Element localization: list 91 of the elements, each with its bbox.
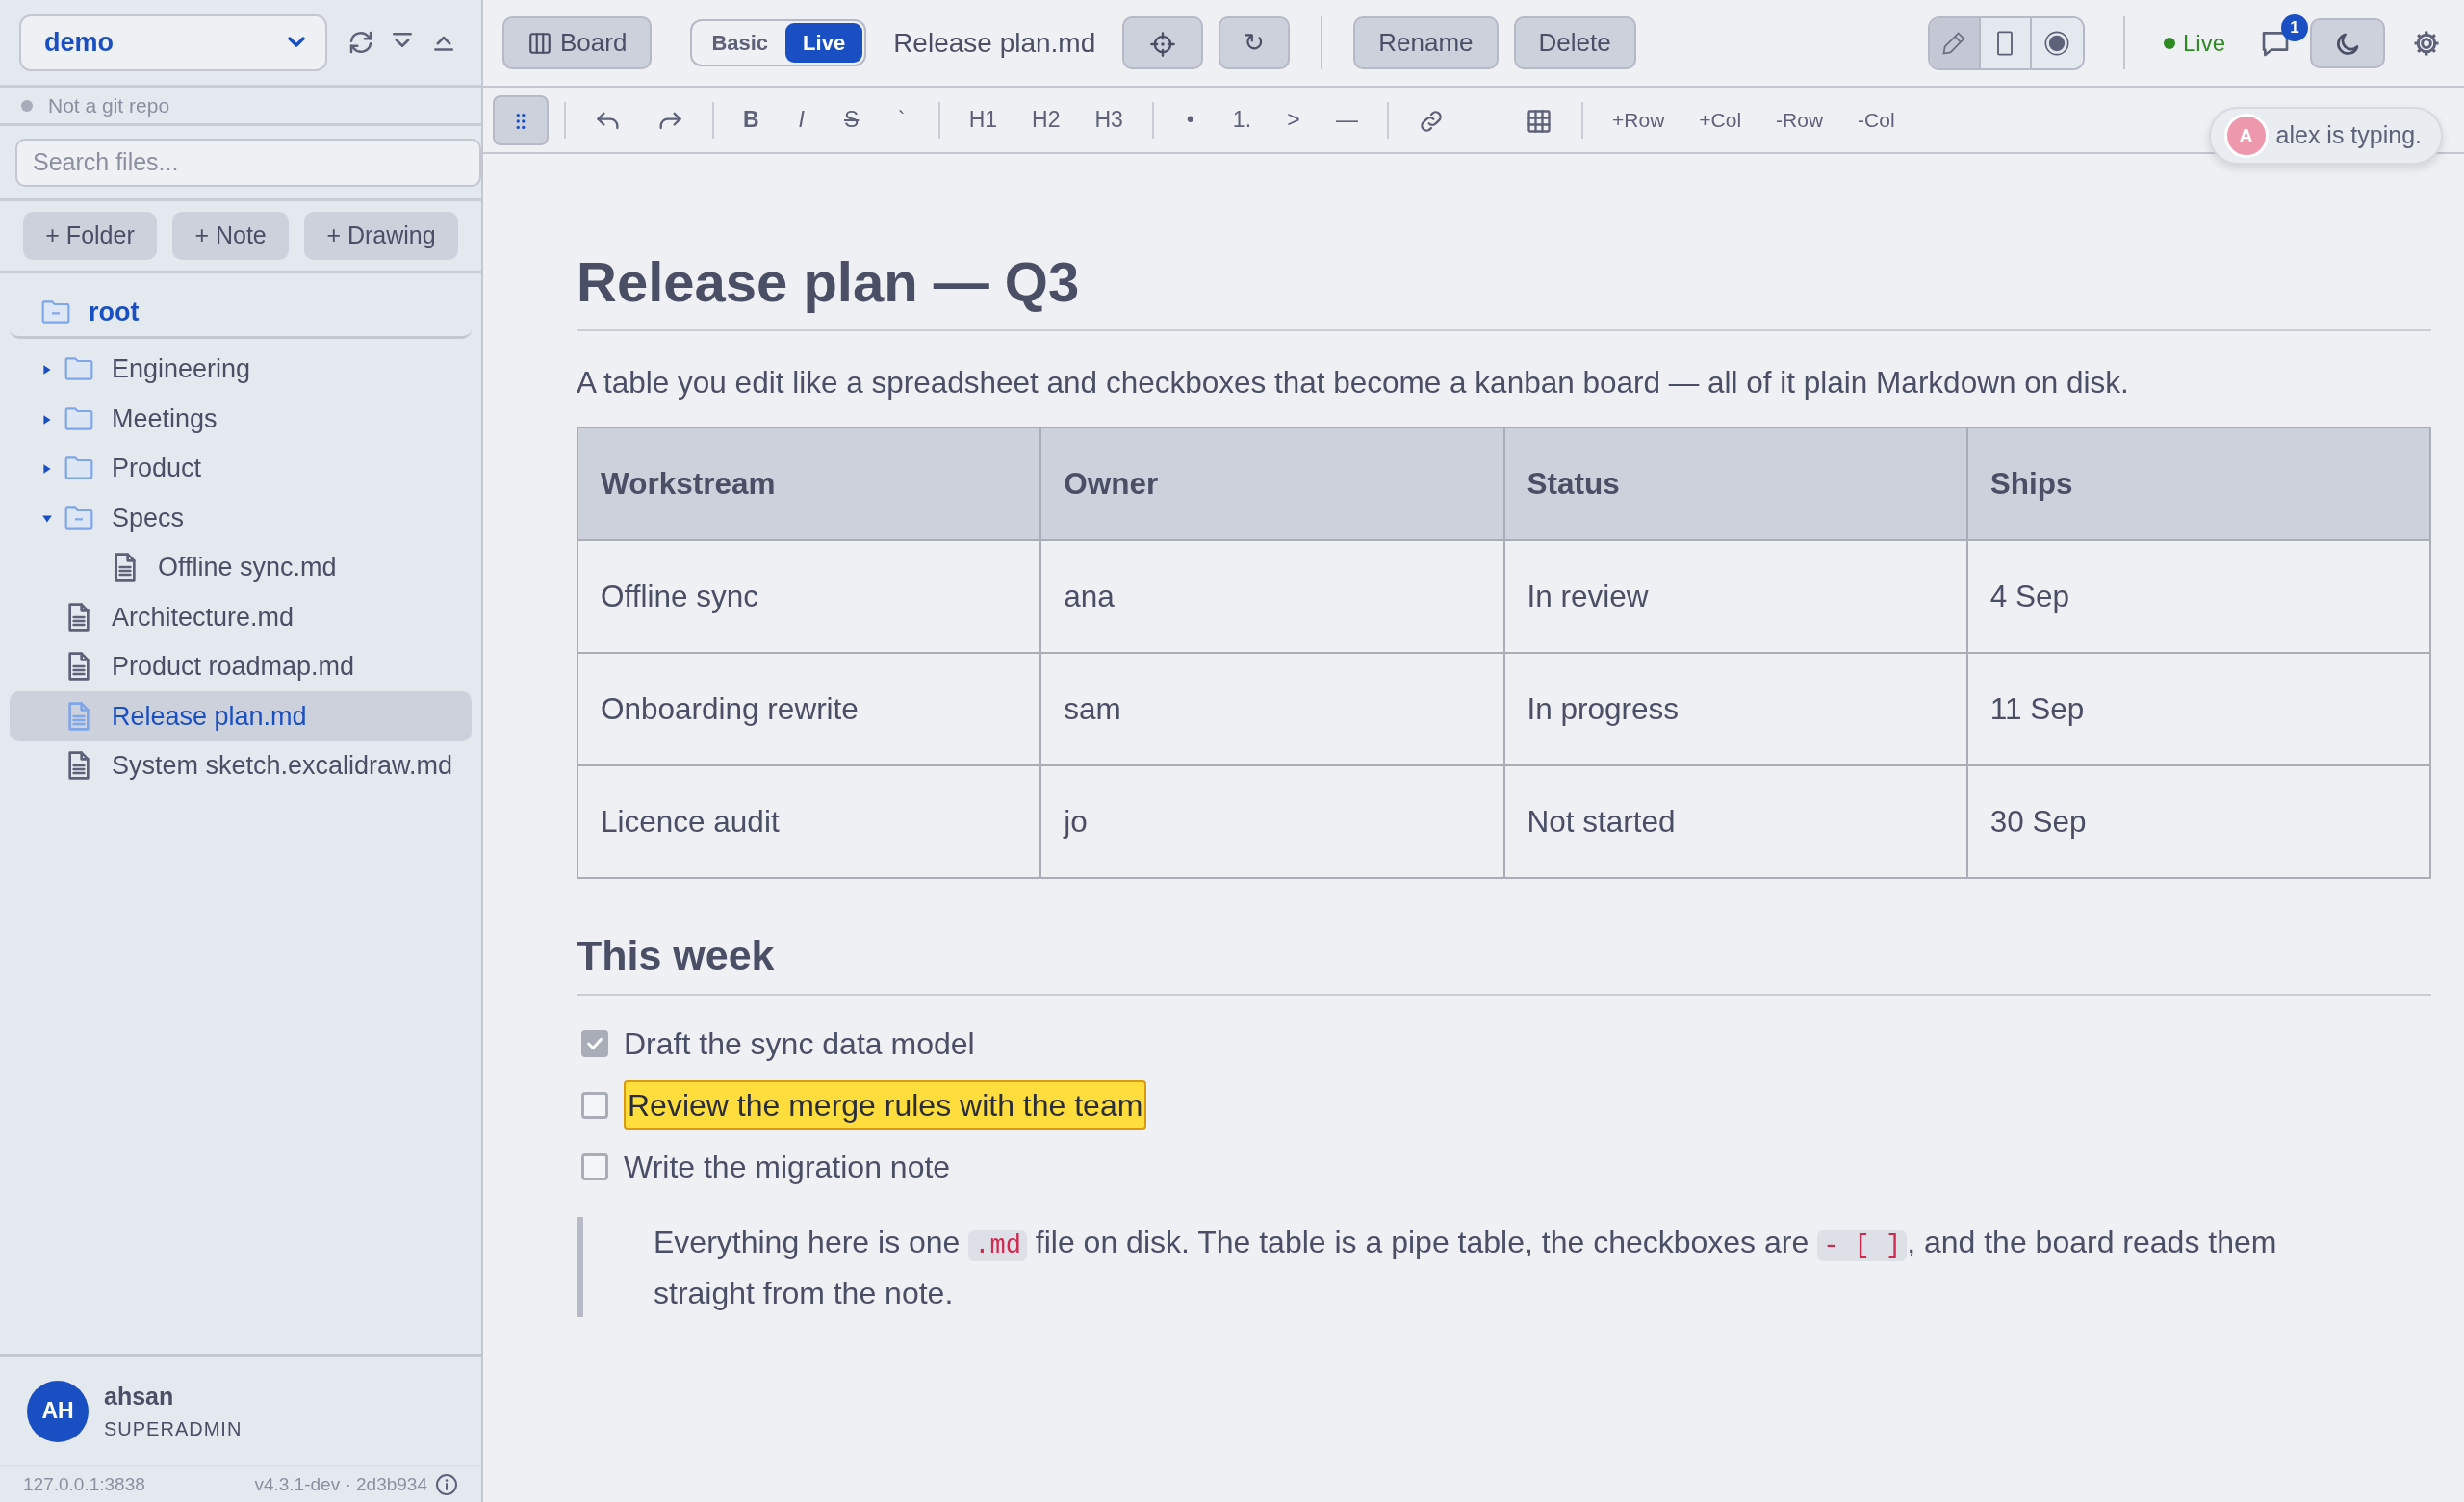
heading-button[interactable]: H1: [955, 99, 1012, 141]
table-cell: Onboarding rewrite: [578, 652, 1041, 765]
tree-item[interactable]: Meetings: [10, 394, 472, 444]
status-dot: [21, 99, 33, 112]
typing-text: alex is typing.: [2275, 120, 2422, 151]
create-button[interactable]: + Folder: [23, 212, 158, 260]
table-cell: jo: [1040, 764, 1504, 878]
heading-button[interactable]: H2: [1018, 99, 1074, 141]
intro-paragraph: A table you edit like a spreadsheet and checkboxes that become a kanban board — all of it plain Markdown on disk.: [577, 363, 2130, 401]
crosshair-icon: [1149, 31, 1177, 59]
checkbox[interactable]: [581, 1030, 608, 1058]
create-button[interactable]: + Drawing: [304, 212, 458, 260]
count-badge: 1: [2281, 13, 2308, 41]
theme-button[interactable]: [2310, 17, 2385, 68]
task-text: Write the migration note: [624, 1149, 951, 1187]
search-field[interactable]: Search files...: [15, 138, 481, 187]
column-header: Workstream: [578, 427, 1041, 540]
table-op-button[interactable]: -Row: [1762, 100, 1837, 140]
table-op-button[interactable]: +Row: [1599, 100, 1679, 140]
view-toggle[interactable]: [1980, 17, 2032, 68]
workspace-select[interactable]: demo: [19, 13, 327, 71]
tree-item[interactable]: Product roadmap.md: [10, 641, 472, 691]
format-button[interactable]: `: [880, 99, 923, 141]
table-cell: Offline sync: [578, 539, 1041, 653]
tree-item[interactable]: System sketch.excalidraw.md: [10, 740, 472, 790]
table-cell: sam: [1040, 652, 1504, 765]
mode-tab[interactable]: Basic: [694, 23, 786, 63]
checkbox[interactable]: [581, 1092, 608, 1120]
section-heading: This week: [577, 930, 2431, 997]
block-button[interactable]: >: [1272, 99, 1316, 141]
expand-arrow-icon[interactable]: [41, 413, 53, 426]
host-address: 127.0.0.1:3838: [23, 1472, 145, 1496]
table-cell: 11 Sep: [1966, 652, 2430, 765]
user-avatar: A: [2223, 114, 2269, 158]
format-button[interactable]: S: [830, 99, 873, 141]
tree-root[interactable]: root: [89, 293, 140, 332]
table-op-button[interactable]: -Col: [1844, 100, 1909, 140]
table-cell: ana: [1040, 539, 1504, 653]
version-text: v4.3.1-dev · 2d3b934: [254, 1472, 427, 1496]
table-cell: 4 Sep: [1966, 539, 2430, 653]
drag-handle-button[interactable]: [493, 94, 549, 145]
board-button[interactable]: Board: [502, 16, 653, 69]
expand-arrow-icon[interactable]: [41, 512, 53, 525]
user-role: SUPERADMIN: [104, 1417, 243, 1442]
columns-icon: [527, 30, 552, 56]
block-button[interactable]: •: [1168, 99, 1212, 141]
column-header: Owner: [1040, 427, 1504, 540]
action-button[interactable]: Delete: [1513, 16, 1636, 69]
task-text: Review the merge rules with the team: [624, 1080, 1147, 1131]
tree-item[interactable]: Specs: [10, 493, 472, 543]
document-title: Release plan — Q3: [577, 248, 2431, 331]
status-dot: [2163, 37, 2175, 49]
checkbox[interactable]: [581, 1153, 608, 1181]
block-button[interactable]: —: [1322, 99, 1373, 141]
view-toggle[interactable]: [1929, 17, 1981, 68]
tree-item[interactable]: Architecture.md: [10, 592, 472, 642]
table-cell: Licence audit: [578, 764, 1041, 878]
block-button[interactable]: 1.: [1219, 99, 1266, 141]
create-button[interactable]: + Note: [172, 212, 290, 260]
format-button[interactable]: I: [780, 99, 823, 141]
table-cell: In review: [1503, 539, 1967, 653]
tree-item[interactable]: Offline sync.md: [10, 542, 472, 592]
tree-item[interactable]: Engineering: [10, 344, 472, 394]
record-icon: [2043, 29, 2071, 57]
table-cell: In progress: [1503, 652, 1967, 765]
view-toggle[interactable]: [2031, 17, 2083, 68]
file-name: Release plan.md: [893, 26, 1096, 60]
tree-item[interactable]: Product: [10, 443, 472, 493]
git-status: Not a git repo: [48, 92, 170, 118]
reload-button[interactable]: ↻: [1219, 16, 1291, 69]
mode-tab[interactable]: Live: [785, 23, 863, 63]
task-text: Draft the sync data model: [624, 1025, 975, 1064]
tree-item[interactable]: Release plan.md: [10, 691, 472, 741]
column-header: Status: [1503, 427, 1967, 540]
expand-arrow-icon[interactable]: [41, 364, 53, 376]
format-button[interactable]: B: [730, 99, 773, 141]
pencil-icon: [1940, 29, 1968, 57]
table-cell: 30 Sep: [1966, 764, 2430, 878]
info-icon[interactable]: [435, 1473, 458, 1496]
column-header: Ships: [1966, 427, 2430, 540]
action-button[interactable]: Rename: [1353, 16, 1499, 69]
table-icon: [1526, 108, 1553, 136]
table-op-button[interactable]: +Col: [1685, 100, 1756, 140]
table-cell: Not started: [1503, 764, 1967, 878]
blockquote-text: Everything here is one .md file on disk. The table is a pipe table, the checkboxes are - [ ] , and the board reads them straight from the note.: [577, 1217, 2431, 1318]
user-avatar: AH: [27, 1380, 89, 1442]
locate-button[interactable]: [1122, 16, 1204, 69]
expand-arrow-icon[interactable]: [41, 463, 53, 476]
live-status: Live: [2182, 28, 2225, 58]
heading-button[interactable]: H3: [1081, 99, 1137, 141]
user-name: ahsan: [104, 1381, 175, 1411]
